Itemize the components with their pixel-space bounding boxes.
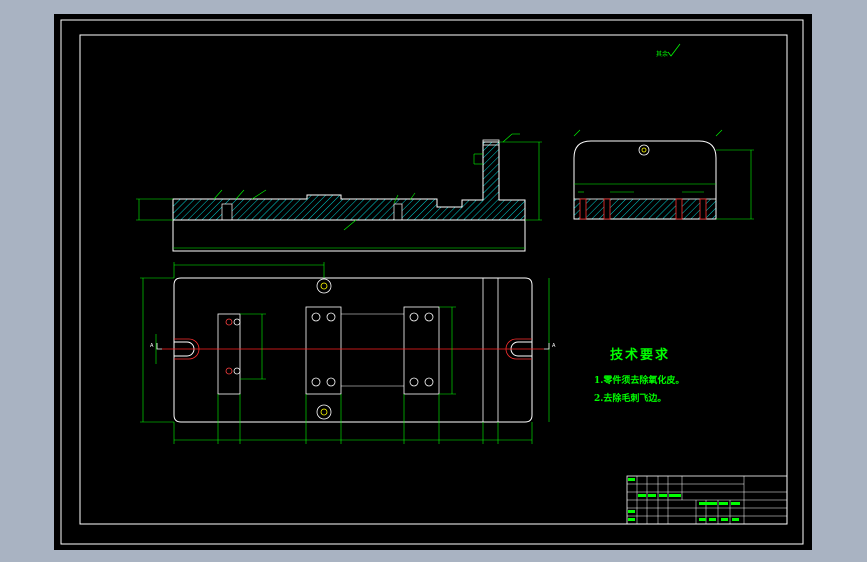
top-view: A A [140, 262, 556, 444]
left-pad [217, 313, 241, 395]
outer-border [60, 19, 804, 545]
title-block [626, 475, 788, 525]
roughness-note: 其余 [656, 50, 668, 58]
drawing-canvas: 其余 A A 技术要求 1.零件须去除氧化皮。 2.去除毛刺飞边。 [60, 19, 804, 545]
front-section-view [136, 133, 542, 252]
section-mark-right: A [552, 343, 556, 349]
technical-requirements: 技术要求 1.零件须去除氧化皮。 2.去除毛刺飞边。 [594, 347, 684, 404]
inner-border [79, 34, 788, 525]
center-pad-left [305, 306, 342, 395]
plan-outline [173, 277, 533, 423]
side-view [573, 129, 754, 220]
front-base-plate [172, 219, 526, 252]
center-pad-right [403, 306, 440, 395]
tech-req-item-2: 2.去除毛刺飞边。 [594, 392, 666, 404]
tech-req-title: 技术要求 [610, 347, 670, 363]
roughness-symbol: 其余 [656, 43, 681, 58]
tech-req-item-1: 1.零件须去除氧化皮。 [594, 374, 684, 386]
cad-viewport[interactable]: 其余 A A 技术要求 1.零件须去除氧化皮。 2.去除毛刺飞边。 [54, 14, 812, 550]
section-mark-left: A [150, 343, 154, 349]
